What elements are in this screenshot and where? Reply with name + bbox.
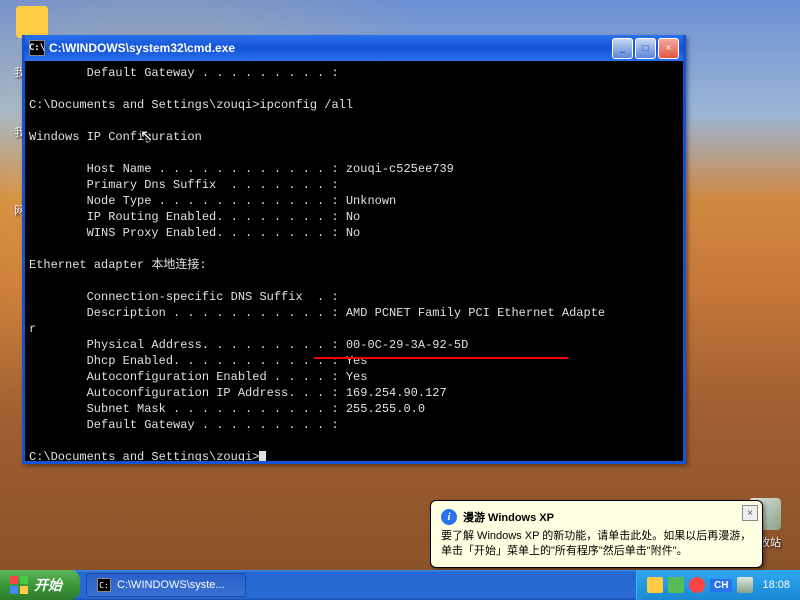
start-label: 开始	[34, 575, 62, 595]
tray-icon[interactable]	[737, 577, 753, 593]
minimize-button[interactable]: _	[612, 38, 633, 59]
taskbar-item-cmd[interactable]: C: C:\WINDOWS\syste...	[86, 573, 246, 597]
info-icon: i	[441, 509, 457, 525]
system-tray[interactable]: CH 18:08	[636, 570, 800, 600]
cmd-window: C:\ C:\WINDOWS\system32\cmd.exe _ □ × De…	[22, 35, 686, 464]
tray-icon[interactable]	[647, 577, 663, 593]
highlight-underline	[314, 357, 568, 359]
taskbar: 开始 C: C:\WINDOWS\syste... CH 18:08	[0, 570, 800, 600]
balloon-body[interactable]: 要了解 Windows XP 的新功能，请单击此处。如果以后再漫游，单击「开始」…	[441, 529, 752, 559]
balloon-title: 漫游 Windows XP	[463, 509, 554, 525]
window-title: C:\WINDOWS\system32\cmd.exe	[49, 41, 612, 55]
cmd-icon: C:	[97, 578, 111, 592]
close-button[interactable]: ×	[658, 38, 679, 59]
tour-balloon: × i 漫游 Windows XP 要了解 Windows XP 的新功能，请单击…	[430, 500, 763, 568]
windows-logo-icon	[10, 576, 28, 594]
tray-icon[interactable]	[668, 577, 684, 593]
balloon-close-button[interactable]: ×	[742, 505, 758, 521]
maximize-button[interactable]: □	[635, 38, 656, 59]
console-output[interactable]: Default Gateway . . . . . . . . . : C:\D…	[25, 61, 683, 461]
tray-shield-icon[interactable]	[689, 577, 705, 593]
clock[interactable]: 18:08	[762, 579, 790, 591]
titlebar[interactable]: C:\ C:\WINDOWS\system32\cmd.exe _ □ ×	[25, 35, 683, 61]
taskbar-item-label: C:\WINDOWS\syste...	[117, 579, 225, 591]
start-button[interactable]: 开始	[0, 570, 80, 600]
language-indicator[interactable]: CH	[710, 579, 732, 592]
cmd-icon: C:\	[29, 40, 45, 56]
